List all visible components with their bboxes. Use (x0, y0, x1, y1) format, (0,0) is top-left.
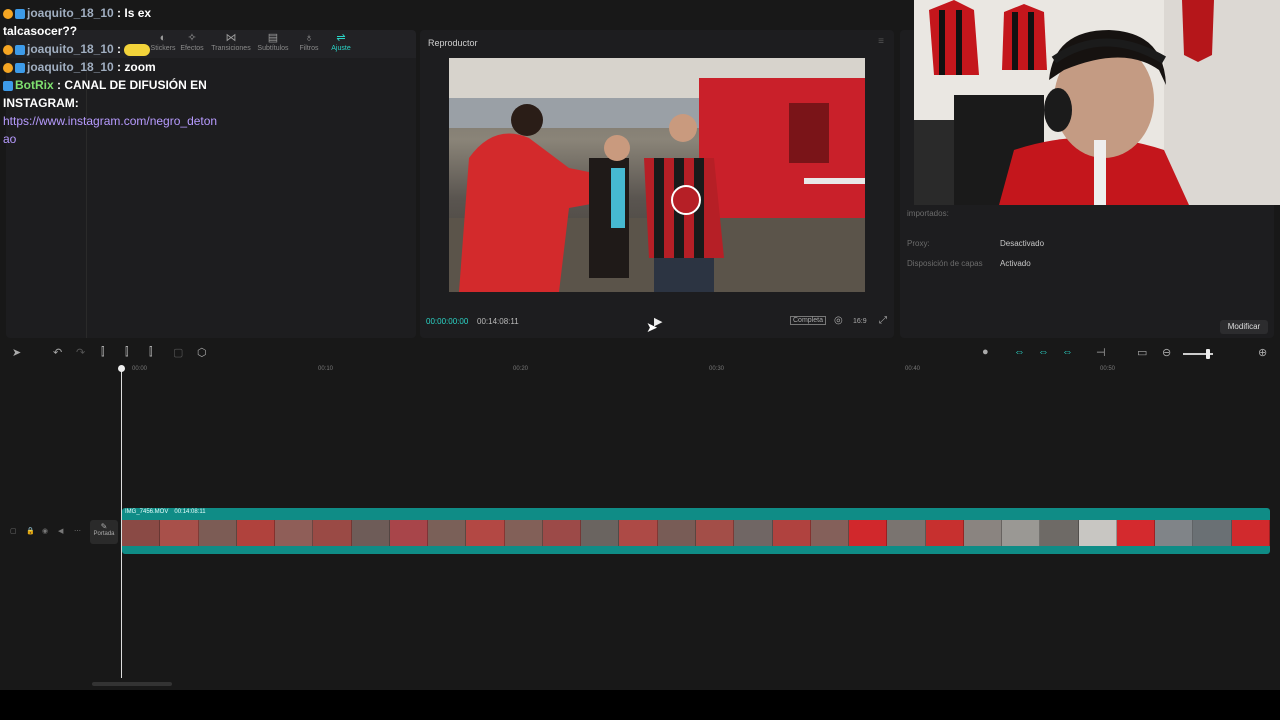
snapshot-icon[interactable]: ◎ (834, 315, 843, 326)
bottom-bar (0, 690, 1280, 720)
badge-icon (15, 62, 25, 73)
adjust-icon: ⇌ (336, 32, 346, 44)
mute-icon[interactable]: ◀ (58, 527, 63, 535)
track-select-icon[interactable]: ▢ (10, 527, 17, 535)
linkage-icon[interactable]: ⇔ (1038, 346, 1049, 358)
video-preview[interactable] (449, 58, 865, 292)
undo-icon[interactable]: ↶ (53, 346, 62, 359)
player-title: Reproductor (428, 38, 478, 48)
chat-message: joaquito_18_10 : zoom (0, 58, 218, 76)
redo-icon[interactable]: ↷ (76, 346, 85, 359)
clip-thumbnails (122, 520, 1270, 546)
zoom-slider-handle[interactable] (1206, 349, 1210, 359)
track-header: ▢ 🔒 ◉ ◀ ⋯ (8, 520, 88, 544)
player-panel: Reproductor ≡ 00:00:00:00 00:14:08:11 ▶ … (420, 30, 894, 338)
select-tool-icon[interactable]: ➤ (12, 346, 21, 359)
clip-label: IMG_7456.MOV 00:14:08:11 (125, 509, 206, 515)
chat-username: joaquito_18_10 (27, 42, 114, 56)
chat-overlay: joaquito_18_10 : Is ex talcasocer?? joaq… (0, 4, 218, 148)
chat-message: joaquito_18_10 : Is ex talcasocer?? (0, 4, 218, 40)
proxy-label: Proxy: (907, 239, 930, 248)
delete-icon[interactable]: ▢ (173, 346, 183, 359)
badge-icon (3, 44, 13, 55)
preview-axis-icon[interactable]: ⇔ (1062, 346, 1073, 358)
ruler-tick: 00:00 (132, 366, 148, 372)
clip-duration: 00:14:08:11 (174, 509, 206, 515)
timeline-ruler[interactable]: 00:00 00:10 00:20 00:30 00:40 00:50 (90, 366, 1280, 378)
timeline-toolbar: ➤ ↶ ↷ ⫿ ⫿ ⫿ ▢ ⬡ ● ⇔ ⇔ ⇔ ⊣ ▭ ⊖ ⊕ (0, 344, 1280, 364)
layer-layout-label: Disposición de capas (907, 259, 983, 268)
microphone-icon[interactable]: ● (982, 346, 989, 358)
playhead-handle[interactable] (118, 365, 125, 372)
layer-layout-value[interactable]: Activado (1000, 259, 1031, 268)
cover-button[interactable]: ✎ Portada (90, 520, 118, 544)
align-icon[interactable]: ⊣ (1096, 346, 1106, 359)
fullscreen-icon[interactable]: ⤢ (879, 315, 887, 326)
lock-icon[interactable]: 🔒 (26, 527, 35, 535)
ruler-tick: 00:20 (513, 366, 529, 372)
marker-icon[interactable]: ⬡ (197, 346, 207, 359)
zoom-out-icon[interactable]: ⊖ (1162, 346, 1171, 359)
webcam-overlay (914, 0, 1280, 205)
trim-right-icon[interactable]: ⫿ (149, 346, 153, 359)
cover-label: Portada (93, 531, 115, 537)
proxy-value[interactable]: Desactivado (1000, 239, 1044, 248)
ruler-tick: 00:50 (1100, 366, 1116, 372)
badge-icon (15, 44, 25, 55)
chat-text: : (117, 42, 122, 56)
chat-link[interactable]: https://www.instagram.com/negro_detonao (3, 114, 217, 146)
webcam-image (914, 0, 1280, 205)
quality-selector[interactable]: Completa (790, 316, 826, 325)
modify-button[interactable]: Modificar (1220, 320, 1268, 334)
clip-name: IMG_7456.MOV (125, 509, 169, 515)
current-time: 00:00:00:00 (426, 317, 469, 326)
chat-message: BotRix : CANAL DE DIFUSIÓN EN INSTAGRAM:… (0, 76, 218, 148)
chat-username: joaquito_18_10 (27, 6, 114, 20)
chat-text: : zoom (117, 60, 156, 74)
video-frame-image (449, 58, 865, 292)
badge-icon (3, 62, 13, 73)
more-icon[interactable]: ⋯ (74, 527, 81, 535)
chat-username: BotRix (15, 78, 54, 92)
bot-badge-icon (3, 80, 13, 91)
ruler-tick: 00:40 (905, 366, 921, 372)
edit-icon: ✎ (100, 522, 108, 531)
trim-left-icon[interactable]: ⫿ (125, 346, 129, 359)
ruler-tick: 00:30 (709, 366, 725, 372)
fit-timeline-icon[interactable]: ▭ (1137, 346, 1147, 359)
emote-icon (124, 43, 151, 56)
total-time: 00:14:08:11 (477, 317, 519, 326)
badge-icon (3, 8, 13, 19)
timeline-scrollbar[interactable] (92, 682, 172, 686)
imported-label: importados: (907, 209, 949, 218)
zoom-in-icon[interactable]: ⊕ (1258, 346, 1267, 359)
ruler-tick: 00:10 (318, 366, 334, 372)
adjust-tab[interactable]: ⇌ Ajuste (320, 32, 362, 52)
auto-snap-icon[interactable]: ⇔ (1014, 346, 1025, 358)
playhead[interactable] (121, 366, 122, 678)
mouse-cursor-icon: ➤ (646, 319, 658, 335)
chat-message: joaquito_18_10 : (0, 40, 218, 58)
menu-icon[interactable]: ≡ (878, 36, 884, 47)
split-icon[interactable]: ⫿ (101, 346, 105, 359)
badge-icon (15, 8, 25, 19)
chat-username: joaquito_18_10 (27, 60, 114, 74)
video-clip[interactable]: IMG_7456.MOV 00:14:08:11 (122, 508, 1270, 554)
aspect-ratio-selector[interactable]: 16:9 (853, 318, 867, 325)
visibility-icon[interactable]: ◉ (42, 527, 48, 535)
